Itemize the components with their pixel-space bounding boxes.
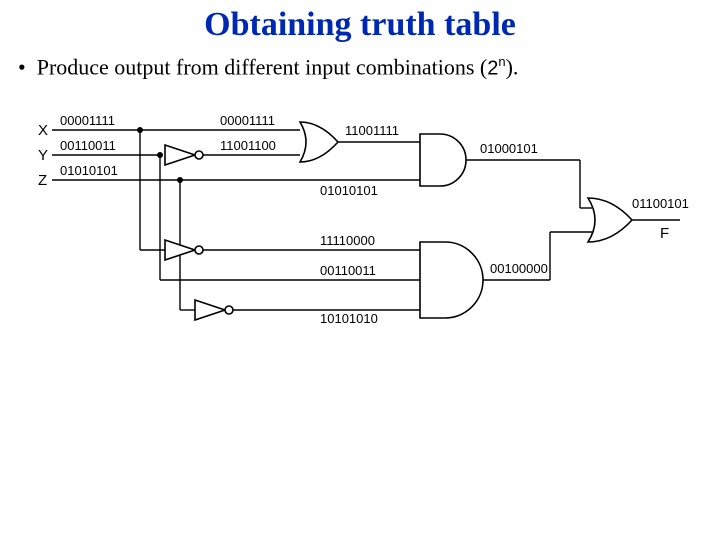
and2-gate [420,242,483,318]
logic-circuit-diagram: X Y Z 00001111 00110011 01010101 0000111… [20,100,700,340]
or1-gate [300,122,338,162]
f-out-label: 01100101 [632,196,689,211]
not-z-gate [195,300,225,320]
y-bits-label: 00110011 [60,138,116,153]
not-y-gate [165,145,195,165]
not-y-label: 11001100 [220,138,276,153]
input-z-label: Z [38,172,47,189]
input-x-label: X [38,122,48,139]
bullet-line: • Produce output from different input co… [18,54,518,80]
and1-gate [420,134,466,186]
and2-out-label: 00100000 [490,261,548,276]
two-n-exponent: n [498,54,505,69]
final-or-gate [588,198,632,242]
x-rep-label: 00001111 [220,113,275,128]
bullet-text: Produce output from different input comb… [37,54,488,79]
x-bits-label: 00001111 [60,113,115,128]
and1-out-label: 01000101 [480,141,538,156]
two-n-base: 2 [487,57,498,79]
or1-out-label: 11001111 [345,123,399,138]
not-x-label: 11110000 [320,233,375,248]
output-f-label: F [660,225,669,242]
z-bits-label: 01010101 [60,163,118,178]
input-y-label: Y [38,147,48,164]
y-rep-label: 00110011 [320,263,376,278]
z-rep-label: 01010101 [320,183,378,198]
slide-title: Obtaining truth table [0,6,720,44]
bullet-suffix: ). [506,54,519,79]
not-z-label: 10101010 [320,311,378,326]
